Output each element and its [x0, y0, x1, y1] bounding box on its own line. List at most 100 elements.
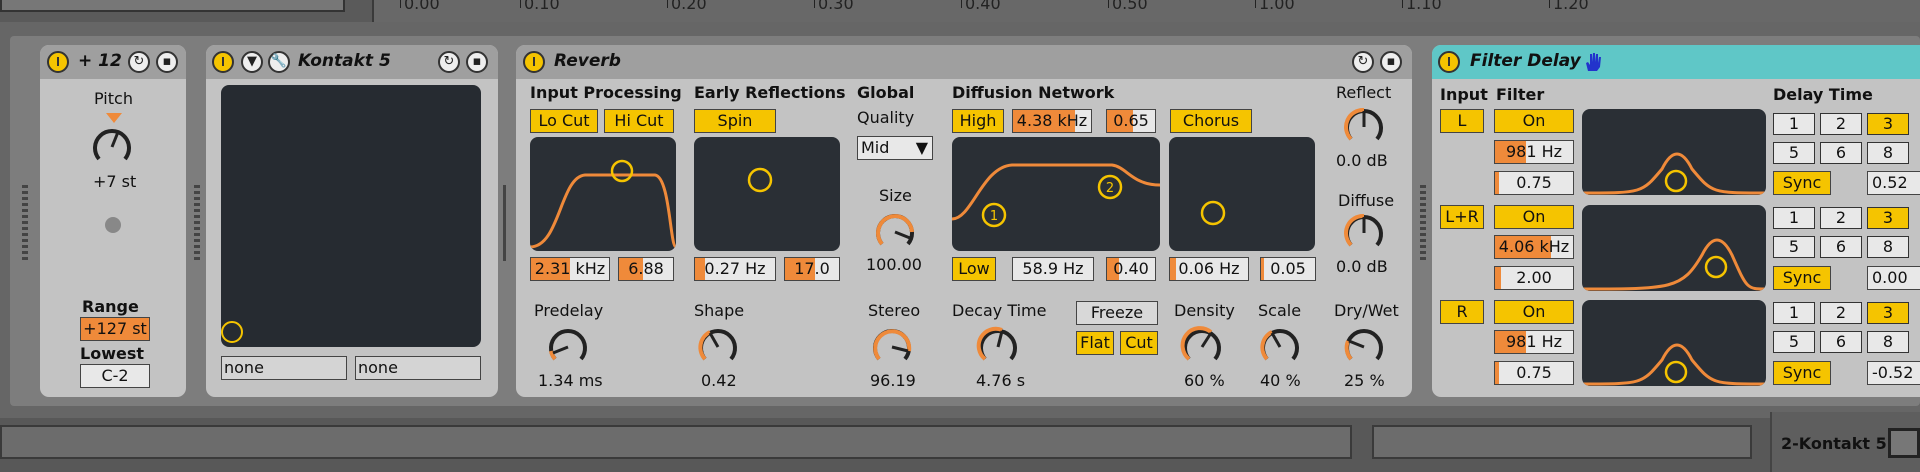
kontakt-param-right[interactable]: none — [355, 356, 481, 380]
filter-q-l[interactable]: 0.75 — [1494, 171, 1574, 195]
locut-button[interactable]: Lo Cut — [530, 109, 598, 133]
delay-digit-1[interactable]: 1 — [1773, 302, 1815, 324]
delay-value-l[interactable]: 0.52 — [1867, 171, 1920, 195]
decay-knob[interactable] — [976, 325, 1020, 369]
low-button[interactable]: Low — [952, 257, 996, 281]
chorus-rate-field[interactable]: 0.06 Hz — [1169, 257, 1249, 281]
input-q-field[interactable]: 6.88 — [618, 257, 674, 281]
stereo-knob[interactable] — [870, 325, 914, 369]
chorus-display[interactable] — [1169, 137, 1315, 251]
range-field[interactable]: +127 st — [80, 317, 150, 341]
sync-button-r[interactable]: Sync — [1773, 361, 1831, 385]
high-freq-field[interactable]: 4.38 kHz — [1012, 109, 1092, 133]
time-ruler[interactable]: 0.00 0.10 0.20 0.30 0.40 0.50 1.00 1.10 … — [372, 0, 1920, 22]
delay-digit-3[interactable]: 3 — [1867, 207, 1909, 229]
flat-button[interactable]: Flat — [1076, 331, 1114, 355]
delay-value-lr[interactable]: 0.00 — [1867, 266, 1920, 290]
input-l-button[interactable]: L — [1440, 109, 1484, 133]
save-icon[interactable]: ▪ — [466, 51, 488, 73]
filter-display-r[interactable] — [1582, 300, 1766, 386]
refresh-icon[interactable]: ↻ — [1352, 51, 1374, 73]
lowest-field[interactable]: C-2 — [80, 364, 150, 388]
track-button[interactable] — [1888, 428, 1920, 458]
freeze-button[interactable]: Freeze — [1076, 301, 1158, 325]
drag-handle[interactable] — [503, 185, 506, 261]
drag-handle[interactable] — [22, 185, 28, 261]
wrench-icon[interactable]: 🔧 — [268, 51, 290, 73]
delay-digit-5[interactable]: 5 — [1773, 236, 1815, 258]
delay-digit-1[interactable]: 1 — [1773, 113, 1815, 135]
drag-handle[interactable] — [194, 185, 200, 261]
delay-digit-6[interactable]: 6 — [1820, 142, 1862, 164]
sync-button-lr[interactable]: Sync — [1773, 266, 1831, 290]
save-icon[interactable]: ▪ — [1380, 51, 1402, 73]
delay-digit-3[interactable]: 3 — [1867, 302, 1909, 324]
filter-on-button-l[interactable]: On — [1494, 109, 1574, 133]
bottom-field-right[interactable] — [1372, 425, 1752, 459]
chorus-amt-field[interactable]: 0.05 — [1260, 257, 1316, 281]
delay-digit-5[interactable]: 5 — [1773, 142, 1815, 164]
delay-digit-2[interactable]: 2 — [1820, 302, 1862, 324]
dropdown-icon[interactable]: ▼ — [241, 51, 263, 73]
scale-knob[interactable] — [1258, 325, 1302, 369]
spin-rate-field[interactable]: 0.27 Hz — [694, 257, 776, 281]
drywet-knob[interactable] — [1342, 325, 1386, 369]
size-knob[interactable] — [873, 210, 917, 254]
bottom-field-left[interactable] — [0, 425, 1352, 459]
delay-digit-3[interactable]: 3 — [1867, 113, 1909, 135]
spin-button[interactable]: Spin — [694, 109, 776, 133]
shape-knob[interactable] — [696, 325, 740, 369]
delay-digit-6[interactable]: 6 — [1820, 331, 1862, 353]
delay-value-r[interactable]: -0.52 — [1867, 361, 1920, 385]
delay-digit-8[interactable]: 8 — [1867, 331, 1909, 353]
filter-freq-l[interactable]: 981 Hz — [1494, 140, 1574, 164]
sync-button-l[interactable]: Sync — [1773, 171, 1831, 195]
refresh-icon[interactable]: ↻ — [128, 51, 150, 73]
high-button[interactable]: High — [952, 109, 1004, 133]
filter-freq-lr[interactable]: 4.06 kHz — [1494, 235, 1574, 259]
save-icon[interactable]: ▪ — [156, 51, 178, 73]
delay-digit-6[interactable]: 6 — [1820, 236, 1862, 258]
filter-freq-r[interactable]: 981 Hz — [1494, 330, 1574, 354]
delay-digit-2[interactable]: 2 — [1820, 207, 1862, 229]
high-val-field[interactable]: 0.65 — [1106, 109, 1156, 133]
refresh-icon[interactable]: ↻ — [438, 51, 460, 73]
filter-on-button-r[interactable]: On — [1494, 300, 1574, 324]
spin-amount-field[interactable]: 17.0 — [784, 257, 840, 281]
delay-digit-1[interactable]: 1 — [1773, 207, 1815, 229]
kontakt-xy-pad[interactable] — [221, 85, 481, 347]
cut-button[interactable]: Cut — [1120, 331, 1158, 355]
delay-digit-8[interactable]: 8 — [1867, 236, 1909, 258]
low-freq-field[interactable]: 58.9 Hz — [1012, 257, 1094, 281]
xy-handle[interactable] — [221, 321, 243, 343]
diffusion-display[interactable]: 1 2 — [952, 137, 1160, 251]
pitch-knob[interactable] — [90, 125, 134, 169]
filter-q-lr[interactable]: 2.00 — [1494, 266, 1574, 290]
input-freq-field[interactable]: 2.31 kHz — [530, 257, 610, 281]
delay-digit-8[interactable]: 8 — [1867, 142, 1909, 164]
top-left-field[interactable] — [0, 0, 345, 12]
kontakt-on-button[interactable] — [212, 51, 234, 73]
delay-digit-2[interactable]: 2 — [1820, 113, 1862, 135]
reflect-knob[interactable] — [1342, 105, 1386, 149]
filter-display-l[interactable] — [1582, 109, 1766, 195]
input-lr-button[interactable]: L+R — [1440, 205, 1484, 229]
chorus-button[interactable]: Chorus — [1170, 109, 1252, 133]
low-val-field[interactable]: 0.40 — [1106, 257, 1156, 281]
pitch-on-button[interactable] — [47, 51, 69, 73]
hicut-button[interactable]: Hi Cut — [604, 109, 674, 133]
filter-display-lr[interactable] — [1582, 205, 1766, 291]
diffuse-knob[interactable] — [1342, 211, 1386, 255]
density-knob[interactable] — [1180, 325, 1224, 369]
delay-digit-5[interactable]: 5 — [1773, 331, 1815, 353]
filter-on-button-lr[interactable]: On — [1494, 205, 1574, 229]
early-display[interactable] — [694, 137, 840, 251]
filter-q-r[interactable]: 0.75 — [1494, 361, 1574, 385]
input-filter-display[interactable] — [530, 137, 676, 251]
input-r-button[interactable]: R — [1440, 300, 1484, 324]
reverb-on-button[interactable] — [523, 51, 545, 73]
drag-handle[interactable] — [1420, 185, 1426, 261]
predelay-knob[interactable] — [546, 325, 590, 369]
kontakt-param-left[interactable]: none — [221, 356, 347, 380]
filter-delay-on-button[interactable] — [1438, 51, 1460, 73]
